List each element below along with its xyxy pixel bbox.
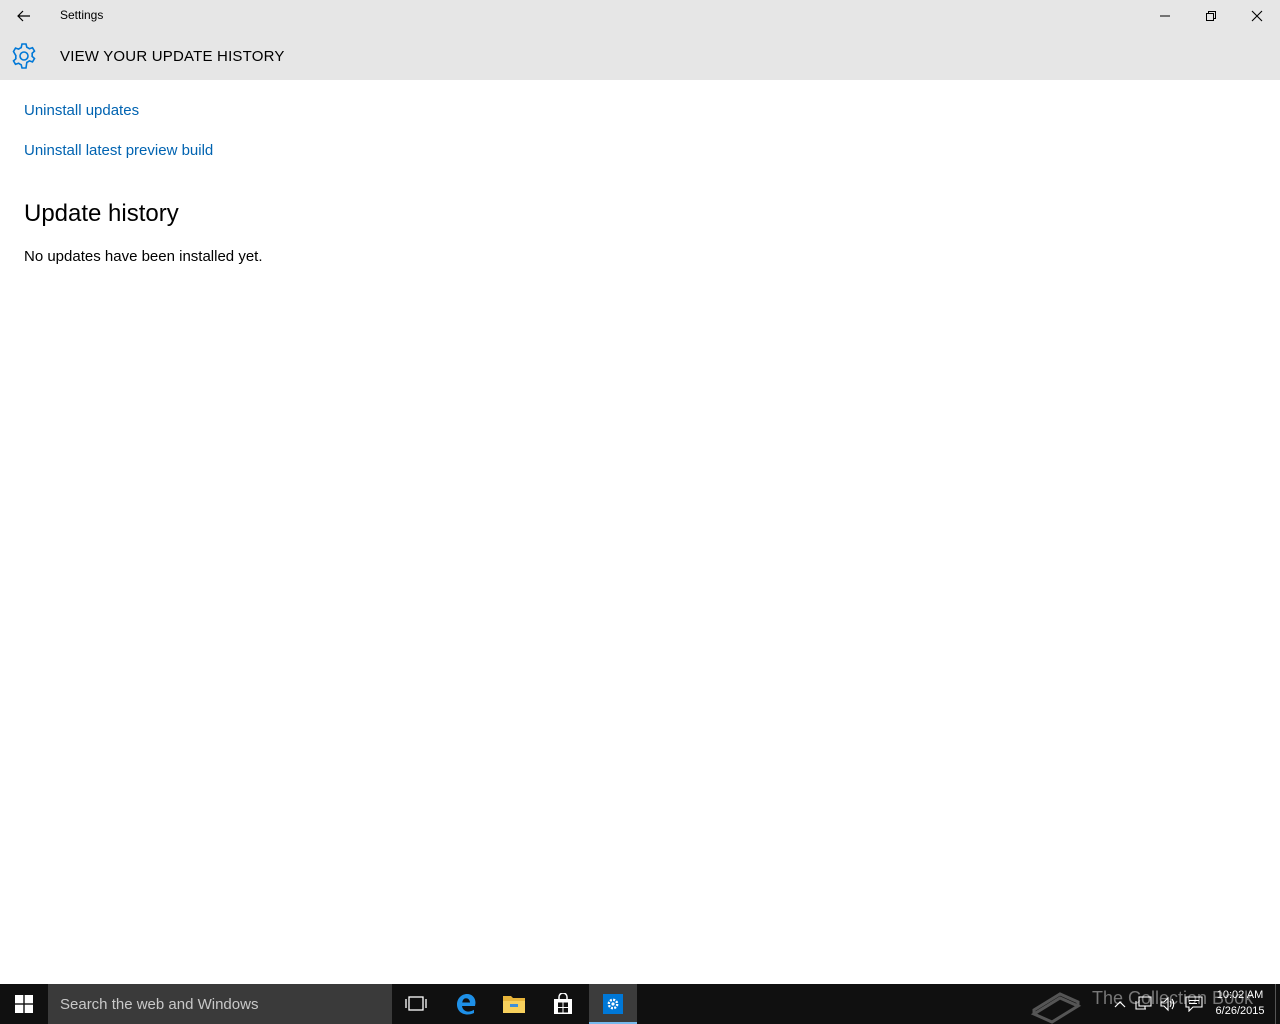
watermark-book-icon: [1030, 984, 1090, 1024]
settings-window: Settings VIEW YOUR UPDATE HISTORY Uninst…: [0, 0, 1280, 984]
taskbar-clock[interactable]: 10:02 AM 6/26/2015: [1210, 987, 1270, 1019]
back-button[interactable]: [0, 0, 48, 32]
windows-logo-icon: [15, 995, 33, 1013]
update-history-heading: Update history: [24, 200, 179, 227]
show-hidden-icons-button[interactable]: [1110, 994, 1130, 1014]
gear-icon: [12, 43, 36, 69]
uninstall-preview-build-link[interactable]: Uninstall latest preview build: [24, 142, 213, 159]
store-icon: [554, 993, 572, 1014]
restore-button[interactable]: [1188, 0, 1234, 32]
show-desktop-button[interactable]: [1275, 984, 1276, 1024]
search-placeholder: Search the web and Windows: [60, 996, 259, 1013]
taskbar-search-box[interactable]: Search the web and Windows: [48, 984, 392, 1024]
settings-taskbar-button[interactable]: [589, 984, 637, 1024]
file-explorer-button[interactable]: [490, 984, 538, 1024]
start-button[interactable]: [0, 984, 48, 1024]
close-icon: [1251, 10, 1263, 22]
volume-button[interactable]: [1158, 994, 1178, 1014]
window-title: Settings: [60, 8, 104, 22]
clock-time: 10:02 AM: [1216, 989, 1264, 1001]
minimize-button[interactable]: [1142, 0, 1188, 32]
update-history-status: No updates have been installed yet.: [24, 248, 263, 265]
folder-icon: [503, 996, 525, 1013]
uninstall-updates-link[interactable]: Uninstall updates: [24, 102, 139, 119]
minimize-icon: [1160, 15, 1170, 17]
chevron-up-icon: [1114, 1001, 1126, 1008]
restore-icon: [1206, 11, 1216, 21]
taskbar: Search the web and Windows The Collectio…: [0, 984, 1280, 1024]
action-center-button[interactable]: [1184, 994, 1204, 1014]
edge-button[interactable]: [442, 984, 490, 1024]
settings-gear-icon: [603, 994, 623, 1014]
clock-date: 6/26/2015: [1215, 1005, 1265, 1017]
close-button[interactable]: [1234, 0, 1280, 32]
back-arrow-icon: [17, 10, 30, 22]
edge-icon: [457, 994, 476, 1015]
page-title: VIEW YOUR UPDATE HISTORY: [60, 48, 285, 65]
network-icon: [1135, 996, 1152, 1010]
title-bar[interactable]: Settings: [0, 0, 1280, 32]
store-button[interactable]: [539, 984, 587, 1024]
task-view-button[interactable]: [392, 984, 440, 1024]
task-view-icon: [405, 996, 427, 1011]
volume-icon: [1160, 996, 1175, 1012]
action-center-icon: [1185, 996, 1203, 1012]
page-header: VIEW YOUR UPDATE HISTORY: [0, 32, 1280, 80]
network-button[interactable]: [1134, 994, 1154, 1014]
